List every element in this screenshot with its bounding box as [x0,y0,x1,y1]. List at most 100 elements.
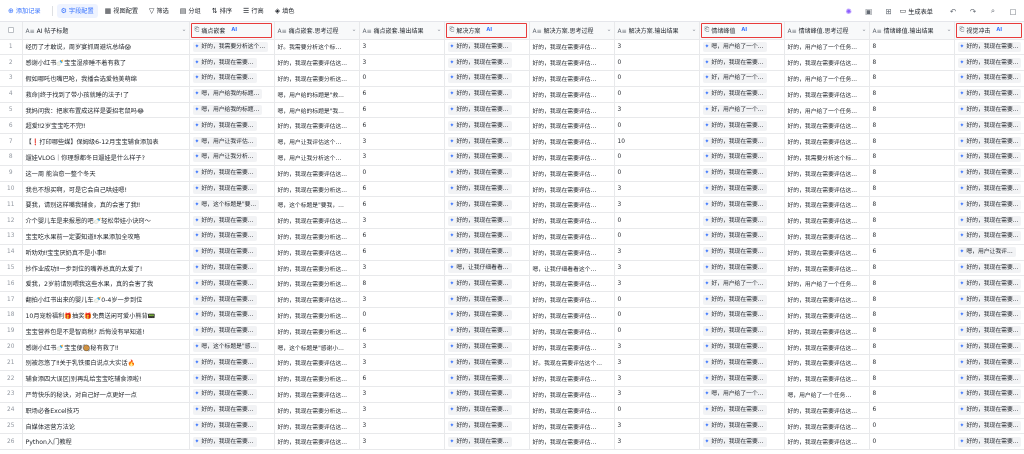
ai-output-chip[interactable]: ✦ 好的，我现在需要… [957,136,1021,147]
ai-output-chip[interactable]: ✦ 好的，我现在需要… [447,152,512,163]
chevron-down-icon[interactable]: ⌄ [606,26,611,33]
ai-result-cell[interactable]: ✦ 嗯，用户给了一个… [699,39,785,56]
ai-result-cell[interactable]: ✦ 好的，我现在需要… [444,370,530,388]
ai-output-chip[interactable]: ✦ 好的，我现在需要… [957,215,1021,226]
table-row[interactable]: 9 这一周 能治愈一整个冬天 ✦ 好的，我现在需要… 好的，我现在需要评估这… 0 ✦ 好的，… [0,165,1024,182]
ai-output-chip[interactable]: ✦ 好的，我现在需要… [192,421,257,432]
score-cell[interactable]: 3 [614,386,700,403]
ai-output-chip[interactable]: ✦ 好的，我现在需要… [957,120,1021,131]
thinking-process-cell[interactable]: 嗯，用户给了一个任务… [784,386,870,403]
thinking-process-cell[interactable]: 好的，用户给了一个任务… [784,102,870,119]
ai-output-chip[interactable]: ✦ 嗯，用户让我评… [957,247,1016,258]
ai-output-chip[interactable]: ✦ 好的，我现在需要… [447,357,512,368]
ai-result-cell[interactable]: ✦ 好，用户给了一个… [699,70,785,87]
ai-output-chip[interactable]: ✦ 好的，我现在需要… [447,105,512,116]
ai-output-chip[interactable]: ✦ 好的，我需要分析这个… [192,41,269,52]
thinking-process-cell[interactable]: 好的，我现在需要评估… [529,370,615,388]
thinking-process-cell[interactable]: 好的，我现在需要评估这… [784,260,870,277]
ai-result-cell[interactable]: ✦ 好的，我现在需要… [699,86,785,103]
column-header-6[interactable]: A≡ 解决方案.输出结果 ⌄ [614,22,700,40]
thinking-process-cell[interactable]: 好。我需要分析这个标… [274,39,360,56]
ai-result-cell[interactable]: ✦ 好的，我现在需要… [444,181,530,198]
ai-result-cell[interactable]: ✦ 好的，我现在需要… [444,323,530,340]
ai-output-chip[interactable]: ✦ 好的，我现在需要… [192,73,257,84]
ai-result-cell[interactable]: ✦ 好的，我现在需要… [954,275,1024,293]
table-row[interactable]: 11 要我，请别这样嘴我辅食，真的会害了我‼ ✦ 嗯，这个标题是"要… 嗯，这个标题是"… [0,196,1024,214]
ai-result-cell[interactable]: ✦ 好的，我现在需要… [444,39,530,56]
ai-result-cell[interactable]: ✦ 好的，我现在需要… [444,196,530,214]
ai-result-cell[interactable]: ✦ 好的，我现在需要… [699,291,785,309]
fill-color-button[interactable]: ◈ 填色 [271,4,299,18]
thinking-process-cell[interactable]: 好的，我现在需要评估这… [784,212,870,230]
chevron-down-icon[interactable]: ⌄ [946,26,951,33]
score-cell[interactable]: 3 [614,354,700,372]
ai-output-chip[interactable]: ✦ 好的，我现在需要… [192,231,257,242]
score-cell[interactable]: 3 [359,386,445,403]
chart-icon[interactable]: ▣ [862,4,876,18]
ai-output-chip[interactable]: ✦ 好的，我现在需要… [447,215,512,226]
ai-result-cell[interactable]: ✦ 好的，我现在需要… [189,370,275,388]
ai-output-chip[interactable]: ✦ 好的，我现在需要… [192,168,257,179]
score-cell[interactable]: 3 [614,244,700,261]
score-cell[interactable]: 8 [869,196,955,214]
score-cell[interactable]: 6 [359,117,445,135]
row-height-button[interactable]: ☰ 行高 [239,4,268,18]
ai-result-cell[interactable]: ✦ 嗯，用户给了一个… [699,386,785,403]
ai-output-chip[interactable]: ✦ 好的，我现在需要… [192,389,257,400]
ai-result-cell[interactable]: ✦ 好的，我现在需要… [954,133,1024,151]
column-header-0[interactable]: A≡ AI 帖子标题 ⌄ [22,22,190,40]
score-cell[interactable]: 0 [614,291,700,309]
ai-result-cell[interactable]: ✦ 好，用户给了一个… [699,275,785,293]
table-row[interactable]: 24 职场必备Excel技巧 ✦ 好的，我现在需要… 好的，我现在需要分析这… 3 ✦ 好的，… [0,402,1024,419]
ai-output-chip[interactable]: ✦ 好的，我现在需要… [702,421,767,432]
post-title-cell[interactable]: 翻拍小红书出来的婴儿车🍼0-4岁一步到位 [22,291,190,309]
thinking-process-cell[interactable]: 好的，我现在需要评估这… [784,307,870,324]
thinking-process-cell[interactable]: 好的，我现在需要评估… [529,212,615,230]
score-cell[interactable]: 3 [359,418,445,435]
ai-result-cell[interactable]: ✦ 好的，我现在需要… [189,181,275,198]
thinking-process-cell[interactable]: 好的，我现在需要评估… [529,117,615,135]
ai-result-cell[interactable]: ✦ 嗯，用户让我分析… [189,149,275,166]
score-cell[interactable]: 6 [359,181,445,198]
ai-result-cell[interactable]: ✦ 好的，我现在需要… [699,244,785,261]
score-cell[interactable]: 0 [614,54,700,72]
thinking-process-cell[interactable]: 好的，我现在需要评估… [529,86,615,103]
thinking-process-cell[interactable]: 好的，我现在需要评估这… [274,165,360,182]
ai-result-cell[interactable]: ✦ 好的，我现在需要… [444,212,530,230]
ai-output-chip[interactable]: ✦ 好的，我现在需要… [447,120,512,131]
table-row[interactable]: 26 Python入门教程 ✦ 好的，我现在需要… 好的，我现在需要评估这… 3 ✦ 好的，我… [0,433,1024,450]
score-cell[interactable]: 3 [614,339,700,356]
comment-icon[interactable]: ▢ [1006,4,1020,18]
score-cell[interactable]: 6 [359,228,445,245]
thinking-process-cell[interactable]: 好的，我现在需要评估这… [784,402,870,419]
score-cell[interactable]: 0 [614,402,700,419]
ai-output-chip[interactable]: ✦ 好的，我现在需要… [447,373,512,384]
ai-output-chip[interactable]: ✦ 好的，我现在需要… [702,168,767,179]
post-title-cell[interactable]: 爱我，2岁前请别喂我这些水果，真的会害了我 [22,275,190,293]
column-header-5[interactable]: A≡ 解决方案.思考过程 ⌄ [529,22,615,40]
ai-output-chip[interactable]: ✦ 好的，我现在需要… [702,326,767,337]
ai-result-cell[interactable]: ✦ 好的，我现在需要… [954,102,1024,119]
ai-output-chip[interactable]: ✦ 好的，我现在需要… [192,247,257,258]
thinking-process-cell[interactable]: 好的，我现在需要评估这… [274,291,360,309]
ai-output-chip[interactable]: ✦ 好的，我现在需要… [447,231,512,242]
thinking-process-cell[interactable]: 好的，我现在需要分析这… [274,181,360,198]
ai-result-cell[interactable]: ✦ 好的，我现在需要… [954,149,1024,166]
ai-result-cell[interactable]: ✦ 嗯，用户让我评… [954,244,1024,261]
ai-result-cell[interactable]: ✦ 好的，我现在需要… [954,181,1024,198]
score-cell[interactable]: 8 [869,165,955,182]
score-cell[interactable]: 3 [359,402,445,419]
score-cell[interactable]: 3 [614,275,700,293]
ai-output-chip[interactable]: ✦ 好的，我现在需要… [702,199,767,210]
ai-result-cell[interactable]: ✦ 好的，我现在需要… [189,354,275,372]
thinking-process-cell[interactable]: 好的，我现在需要评估这… [784,117,870,135]
score-cell[interactable]: 3 [359,149,445,166]
thinking-process-cell[interactable]: 好的，我现在需要评估这… [784,323,870,340]
ai-result-cell[interactable]: ✦ 好的，我现在需要… [444,228,530,245]
ai-result-cell[interactable]: ✦ 好的，我现在需要… [954,291,1024,309]
score-cell[interactable]: 3 [614,102,700,119]
thinking-process-cell[interactable]: 嗯，这个标题是"感谢小… [274,339,360,356]
ai-result-cell[interactable]: ✦ 好的，我现在需要… [954,386,1024,403]
ai-result-cell[interactable]: ✦ 好的，我现在需要… [954,370,1024,388]
ai-output-chip[interactable]: ✦ 好的，我现在需要… [702,405,767,416]
